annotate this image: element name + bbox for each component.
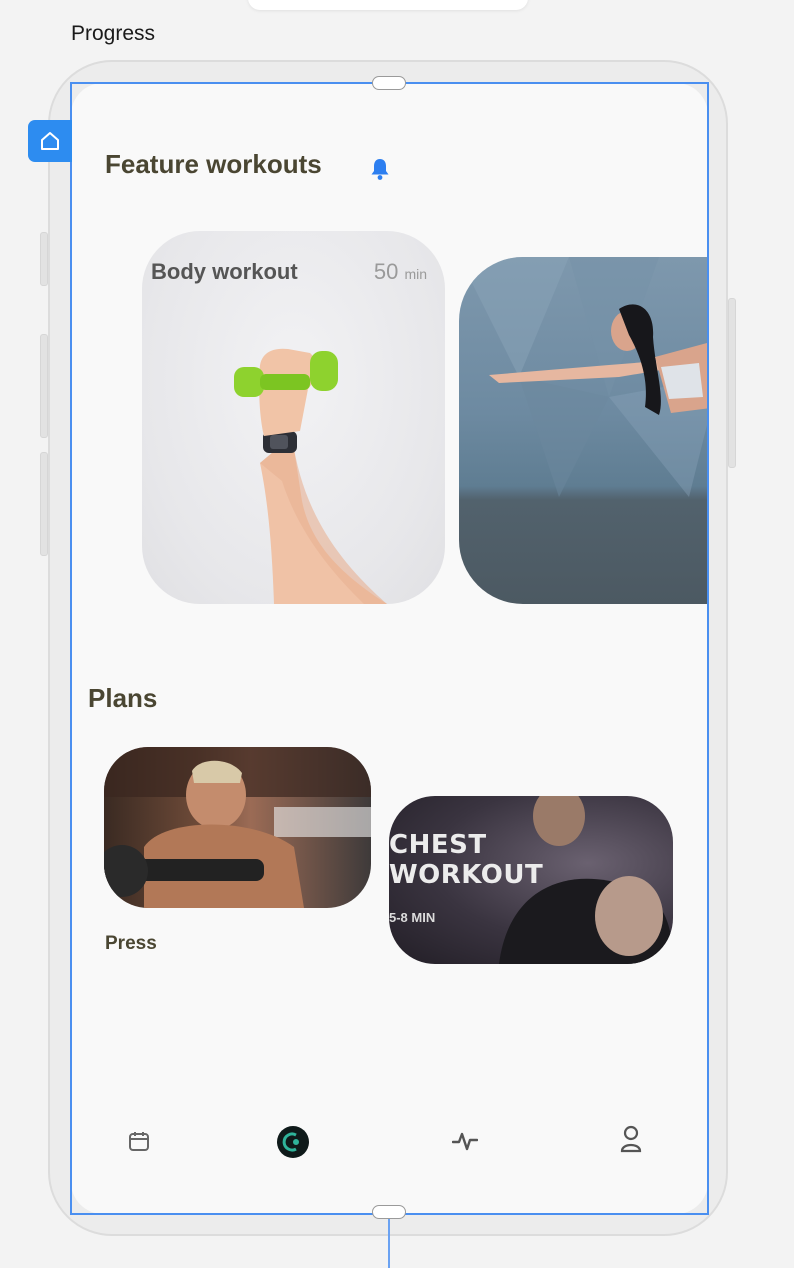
chest-overlay-line1: CHEST <box>389 830 487 860</box>
chest-overlay-line3: 5-8 MIN <box>389 910 436 925</box>
device-side-button <box>40 232 48 286</box>
body-workout-card[interactable]: Body workout 50 min <box>142 231 445 604</box>
app-logo-icon[interactable] <box>277 1126 309 1158</box>
calendar-icon[interactable] <box>125 1127 153 1155</box>
plans-heading: Plans <box>88 683 158 713</box>
profile-icon[interactable] <box>617 1123 645 1155</box>
bell-icon[interactable] <box>369 157 391 186</box>
yoga-workout-card[interactable] <box>459 257 708 604</box>
press-plan-card[interactable] <box>104 747 371 908</box>
device-side-button <box>40 452 48 556</box>
barbell-athlete-illustration <box>104 747 371 908</box>
connector-line <box>388 1219 390 1268</box>
device-side-button <box>40 334 48 438</box>
toolbar-pill[interactable] <box>248 0 528 10</box>
activity-icon[interactable] <box>451 1127 479 1155</box>
design-canvas: Progress Feature workouts Body workout 5… <box>0 0 794 1268</box>
resize-handle-top[interactable] <box>372 76 406 90</box>
home-icon[interactable] <box>28 120 72 162</box>
dumbbell-arm-illustration <box>234 348 387 604</box>
press-plan-label[interactable]: Press <box>105 933 157 955</box>
yoga-pose-illustration <box>459 257 708 497</box>
app-screen[interactable]: Feature workouts Body workout 50 min Pla… <box>71 83 708 1214</box>
chest-workout-card[interactable]: CHEST WORKOUT 5-8 MIN <box>389 796 673 964</box>
resize-handle-bottom[interactable] <box>372 1205 406 1219</box>
frame-label[interactable]: Progress <box>71 22 155 46</box>
device-side-button <box>728 298 736 468</box>
chest-overlay-line2: WORKOUT <box>389 860 544 890</box>
feature-workouts-heading: Feature workouts <box>105 149 322 179</box>
